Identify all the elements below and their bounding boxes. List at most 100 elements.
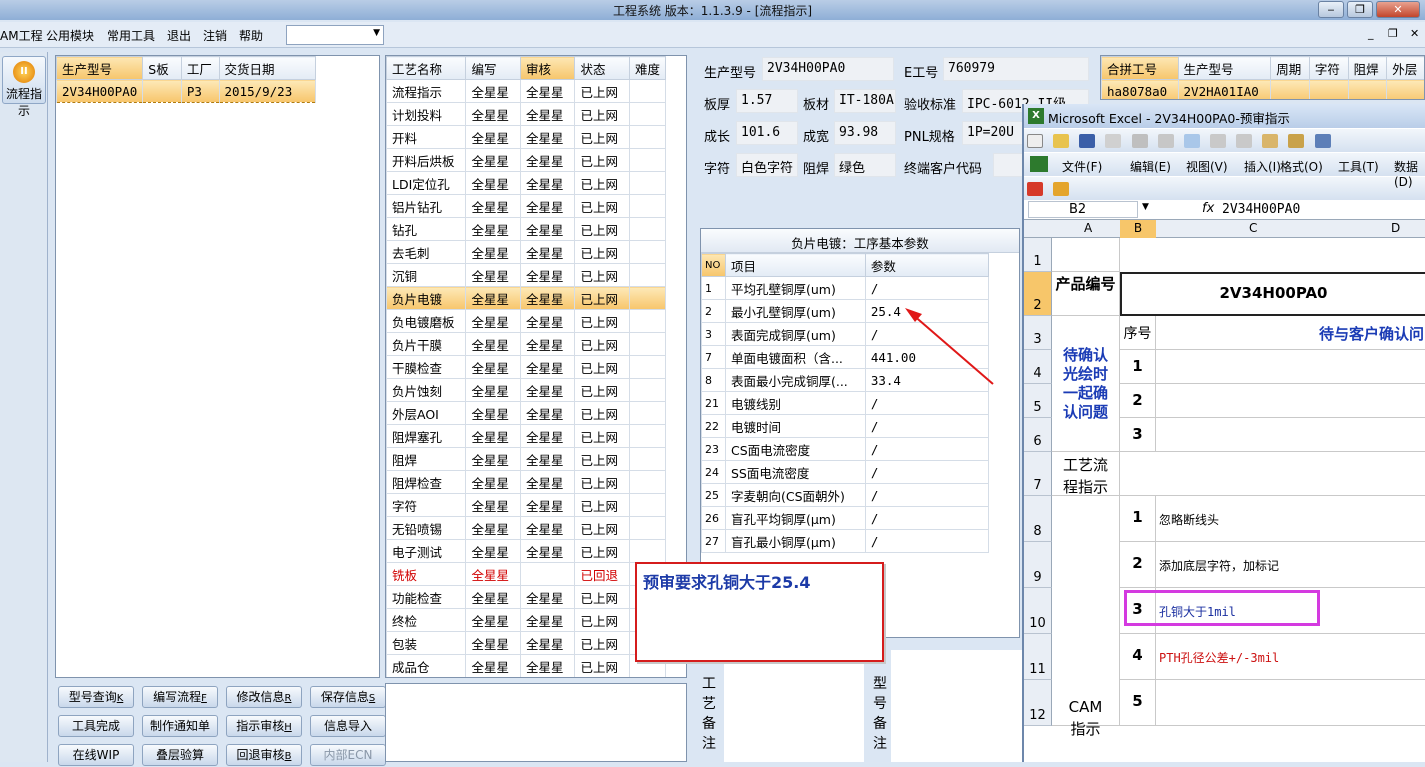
action-button[interactable]: 在线WIP xyxy=(58,744,134,766)
menu-cam[interactable]: AM工程 xyxy=(0,27,43,44)
width-field[interactable]: 93.98 xyxy=(834,121,896,145)
preview-icon[interactable] xyxy=(1158,134,1174,148)
col-header-a[interactable]: A xyxy=(1084,221,1092,235)
close-button[interactable]: ✕ xyxy=(1376,1,1420,18)
col-reviewer[interactable]: 审核 xyxy=(520,57,574,80)
table-row[interactable]: 阻焊塞孔全星星全星星已上网 xyxy=(387,425,666,448)
table-row[interactable]: 1平均孔壁铜厚(um)/ xyxy=(702,277,989,300)
col-merge-outer[interactable]: 外层 xyxy=(1387,57,1425,80)
table-row[interactable]: 阻焊全星星全星星已上网 xyxy=(387,448,666,471)
col-model[interactable]: 生产型号 xyxy=(57,57,143,80)
char-field[interactable]: 白色字符 xyxy=(736,153,798,177)
row-header[interactable]: 4 xyxy=(1024,350,1052,384)
format-painter-icon[interactable] xyxy=(1288,134,1304,148)
col-status[interactable]: 状态 xyxy=(575,57,629,80)
table-row[interactable]: 计划投料全星星全星星已上网 xyxy=(387,103,666,126)
pdf-mail-icon[interactable] xyxy=(1053,182,1069,196)
save-icon[interactable] xyxy=(1079,134,1095,148)
copy-icon[interactable] xyxy=(1236,134,1252,148)
excel-menu-edit[interactable]: 编辑(E) xyxy=(1130,158,1171,175)
table-row[interactable]: 成品仓全星星全星星已上网 xyxy=(387,655,666,678)
table-row[interactable]: 21电镀线别/ xyxy=(702,392,989,415)
table-row[interactable]: 开料后烘板全星星全星星已上网 xyxy=(387,149,666,172)
col-delivery[interactable]: 交货日期 xyxy=(219,57,316,80)
name-box[interactable]: B2 xyxy=(1028,201,1138,218)
excel-menu-insert[interactable]: 插入(I) xyxy=(1244,158,1281,175)
mdi-minimize-icon[interactable]: _ xyxy=(1368,27,1374,40)
action-button[interactable]: 编写流程F xyxy=(142,686,218,708)
table-row[interactable]: 功能检查全星星全星星已上网 xyxy=(387,586,666,609)
table-row[interactable]: 2V34H00PA0 P3 2015/9/23 xyxy=(57,80,316,103)
excel-menu-data[interactable]: 数据(D) xyxy=(1394,158,1425,189)
col-writer[interactable]: 编写 xyxy=(466,57,520,80)
menu-logout[interactable]: 注销 xyxy=(203,27,227,44)
action-button[interactable]: 工具完成 xyxy=(58,715,134,737)
table-row[interactable]: 26盲孔平均铜厚(μm)/ xyxy=(702,507,989,530)
table-row[interactable]: 铝片钻孔全星星全星星已上网 xyxy=(387,195,666,218)
process-note-box[interactable] xyxy=(724,650,864,762)
print-icon[interactable] xyxy=(1132,134,1148,148)
table-row[interactable]: 流程指示全星星全星星已上网 xyxy=(387,80,666,103)
menu-common-modules[interactable]: 公用模块 xyxy=(46,27,94,44)
table-row[interactable]: 外层AOI全星星全星星已上网 xyxy=(387,402,666,425)
model-field[interactable]: 2V34H00PA0 xyxy=(762,57,894,81)
col-header-c[interactable]: C xyxy=(1249,221,1257,235)
undo-icon[interactable] xyxy=(1315,134,1331,148)
row-header[interactable]: 10 xyxy=(1024,588,1052,634)
row-header[interactable]: 11 xyxy=(1024,634,1052,680)
excel-menu-view[interactable]: 视图(V) xyxy=(1186,158,1228,175)
action-button[interactable]: 修改信息R xyxy=(226,686,302,708)
col-no[interactable]: NO xyxy=(702,254,726,277)
length-field[interactable]: 101.6 xyxy=(736,121,798,145)
table-row[interactable]: 负片蚀刻全星星全星星已上网 xyxy=(387,379,666,402)
table-row[interactable]: 钻孔全星星全星星已上网 xyxy=(387,218,666,241)
table-row[interactable]: 阻焊检查全星星全星星已上网 xyxy=(387,471,666,494)
table-row[interactable]: 负片干膜全星星全星星已上网 xyxy=(387,333,666,356)
row-header[interactable]: 8 xyxy=(1024,496,1052,542)
permission-icon[interactable] xyxy=(1105,134,1121,148)
table-row[interactable]: 终检全星星全星星已上网 xyxy=(387,609,666,632)
col-param[interactable]: 参数 xyxy=(865,254,988,277)
material-field[interactable]: IT-180A xyxy=(834,89,896,113)
table-row[interactable]: 无铅喷锡全星星全星星已上网 xyxy=(387,517,666,540)
table-row[interactable]: 沉铜全星星全星星已上网 xyxy=(387,264,666,287)
action-button[interactable]: 内部ECN xyxy=(310,744,386,766)
table-row[interactable]: 字符全星星全星星已上网 xyxy=(387,494,666,517)
paste-icon[interactable] xyxy=(1262,134,1278,148)
col-process-name[interactable]: 工艺名称 xyxy=(387,57,466,80)
chevron-down-icon[interactable]: ▼ xyxy=(1142,202,1149,212)
col-header-d[interactable]: D xyxy=(1391,221,1400,235)
formula-input[interactable]: 2V34H00PA0 xyxy=(1222,202,1300,217)
row-header[interactable]: 12 xyxy=(1024,680,1052,726)
action-button[interactable]: 型号查询K xyxy=(58,686,134,708)
model-note-box[interactable] xyxy=(891,650,1022,762)
menu-exit[interactable]: 退出 xyxy=(167,27,191,44)
row-header[interactable]: 3 xyxy=(1024,316,1052,350)
thickness-field[interactable]: 1.57 xyxy=(736,89,798,113)
spreadsheet[interactable]: A B C D 123456789101112产品编号2V34H00PA0序号待… xyxy=(1024,220,1425,740)
table-row[interactable]: 27盲孔最小铜厚(μm)/ xyxy=(702,530,989,553)
col-factory[interactable]: 工厂 xyxy=(181,57,219,80)
menu-combo[interactable]: ▼ xyxy=(286,25,384,45)
col-item[interactable]: 项目 xyxy=(725,254,865,277)
table-row[interactable]: 负电镀磨板全星星全星星已上网 xyxy=(387,310,666,333)
mask-field[interactable]: 绿色 xyxy=(834,153,896,177)
table-row[interactable]: 24SS面电流密度/ xyxy=(702,461,989,484)
table-row[interactable]: 负片电镀全星星全星星已上网 xyxy=(387,287,666,310)
pdf-icon[interactable] xyxy=(1027,182,1043,196)
menu-common-tools[interactable]: 常用工具 xyxy=(107,27,155,44)
table-row[interactable]: 开料全星星全星星已上网 xyxy=(387,126,666,149)
new-icon[interactable] xyxy=(1027,134,1043,148)
minimize-button[interactable]: ‒ xyxy=(1318,1,1344,18)
excel-menu-format[interactable]: 格式(O) xyxy=(1280,158,1323,175)
mdi-restore-icon[interactable]: ❐ xyxy=(1388,27,1398,40)
col-merge-model[interactable]: 生产型号 xyxy=(1178,57,1271,80)
table-row[interactable]: 电子测试全星星全星星已上网 xyxy=(387,540,666,563)
row-header[interactable]: 2 xyxy=(1024,272,1052,316)
mdi-close-icon[interactable]: ✕ xyxy=(1410,27,1419,40)
row-header[interactable]: 6 xyxy=(1024,418,1052,452)
action-button[interactable]: 信息导入 xyxy=(310,715,386,737)
col-merge-mask[interactable]: 阻焊 xyxy=(1348,57,1387,80)
table-row[interactable]: 23CS面电流密度/ xyxy=(702,438,989,461)
table-row[interactable]: 25字麦朝向(CS面朝外)/ xyxy=(702,484,989,507)
